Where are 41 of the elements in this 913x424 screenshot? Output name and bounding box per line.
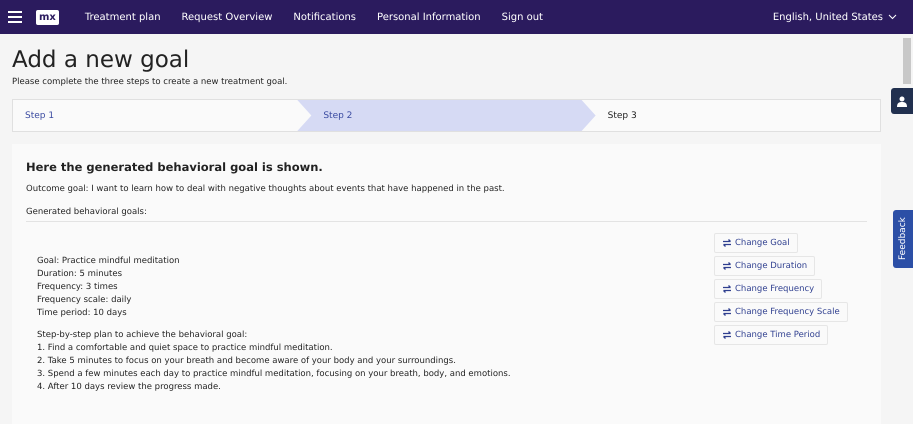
change-button[interactable]: Change Duration [714, 256, 816, 276]
change-button[interactable]: Change Frequency [714, 279, 822, 299]
card-heading: Here the generated behavioral goal is shown. [26, 160, 324, 174]
user-icon [896, 96, 908, 106]
nav-link[interactable]: Request Overview [182, 12, 272, 22]
goal-detail-text: Time period: 10 days [37, 307, 128, 320]
page-title: Add a new goal [12, 47, 190, 73]
change-button[interactable]: Change Frequency Scale [714, 302, 848, 322]
user-tab[interactable] [891, 88, 913, 114]
step-tab[interactable]: Step 1 [13, 100, 298, 131]
plan-text: 1. Find a comfortable and quiet space to practice mindful meditation. [37, 342, 334, 355]
goal-detail-text: Duration: 5 minutes [37, 268, 123, 281]
goal-detail-text: Frequency scale: daily [37, 294, 132, 307]
plan-text: 2. Take 5 minutes to focus on your breath and become aware of your body and your surroundings. [37, 355, 457, 368]
swap-arrows-icon [722, 308, 732, 316]
goal-detail-text: Frequency: 3 times [37, 281, 119, 294]
logo[interactable]: mx [36, 10, 59, 24]
plan-text: 3. Spend a few minutes each day to practice mindful meditation, focusing on your breath, body, and emotions. [37, 368, 512, 381]
scrollbar[interactable] [903, 38, 911, 84]
swap-arrows-icon [722, 239, 732, 247]
swap-arrows-icon [722, 331, 732, 339]
nav-link[interactable]: Notifications [293, 12, 356, 22]
menu-icon[interactable] [8, 11, 22, 23]
nav-link[interactable]: Personal Information [377, 12, 481, 22]
feedback-tab[interactable]: Feedback [893, 210, 913, 268]
chevron-down-icon [888, 14, 897, 20]
swap-arrows-icon [722, 262, 732, 270]
step-tab[interactable]: Step 2 [297, 100, 596, 131]
page-subtitle: Please complete the three steps to create a new treatment goal. [12, 77, 288, 87]
change-button[interactable]: Change Goal [714, 233, 798, 253]
outcome-goal-text: Outcome goal: I want to learn how to deal with negative thoughts about events that have happened in the past. [26, 184, 506, 194]
swap-arrows-icon [722, 285, 732, 293]
nav-link[interactable]: Treatment plan [84, 12, 161, 22]
goal-detail-text: Goal: Practice mindful meditation [37, 255, 181, 268]
step-tab[interactable]: Step 3 [596, 100, 880, 131]
language-selector[interactable]: English, United States [772, 12, 897, 22]
plan-text: Step-by-step plan to achieve the behavioral goal: [37, 329, 248, 342]
plan-text: 4. After 10 days review the progress made. [37, 381, 222, 394]
nav-link[interactable]: Sign out [502, 12, 543, 22]
change-button[interactable]: Change Time Period [714, 325, 828, 345]
section-label: Generated behavioral goals: [26, 207, 867, 222]
